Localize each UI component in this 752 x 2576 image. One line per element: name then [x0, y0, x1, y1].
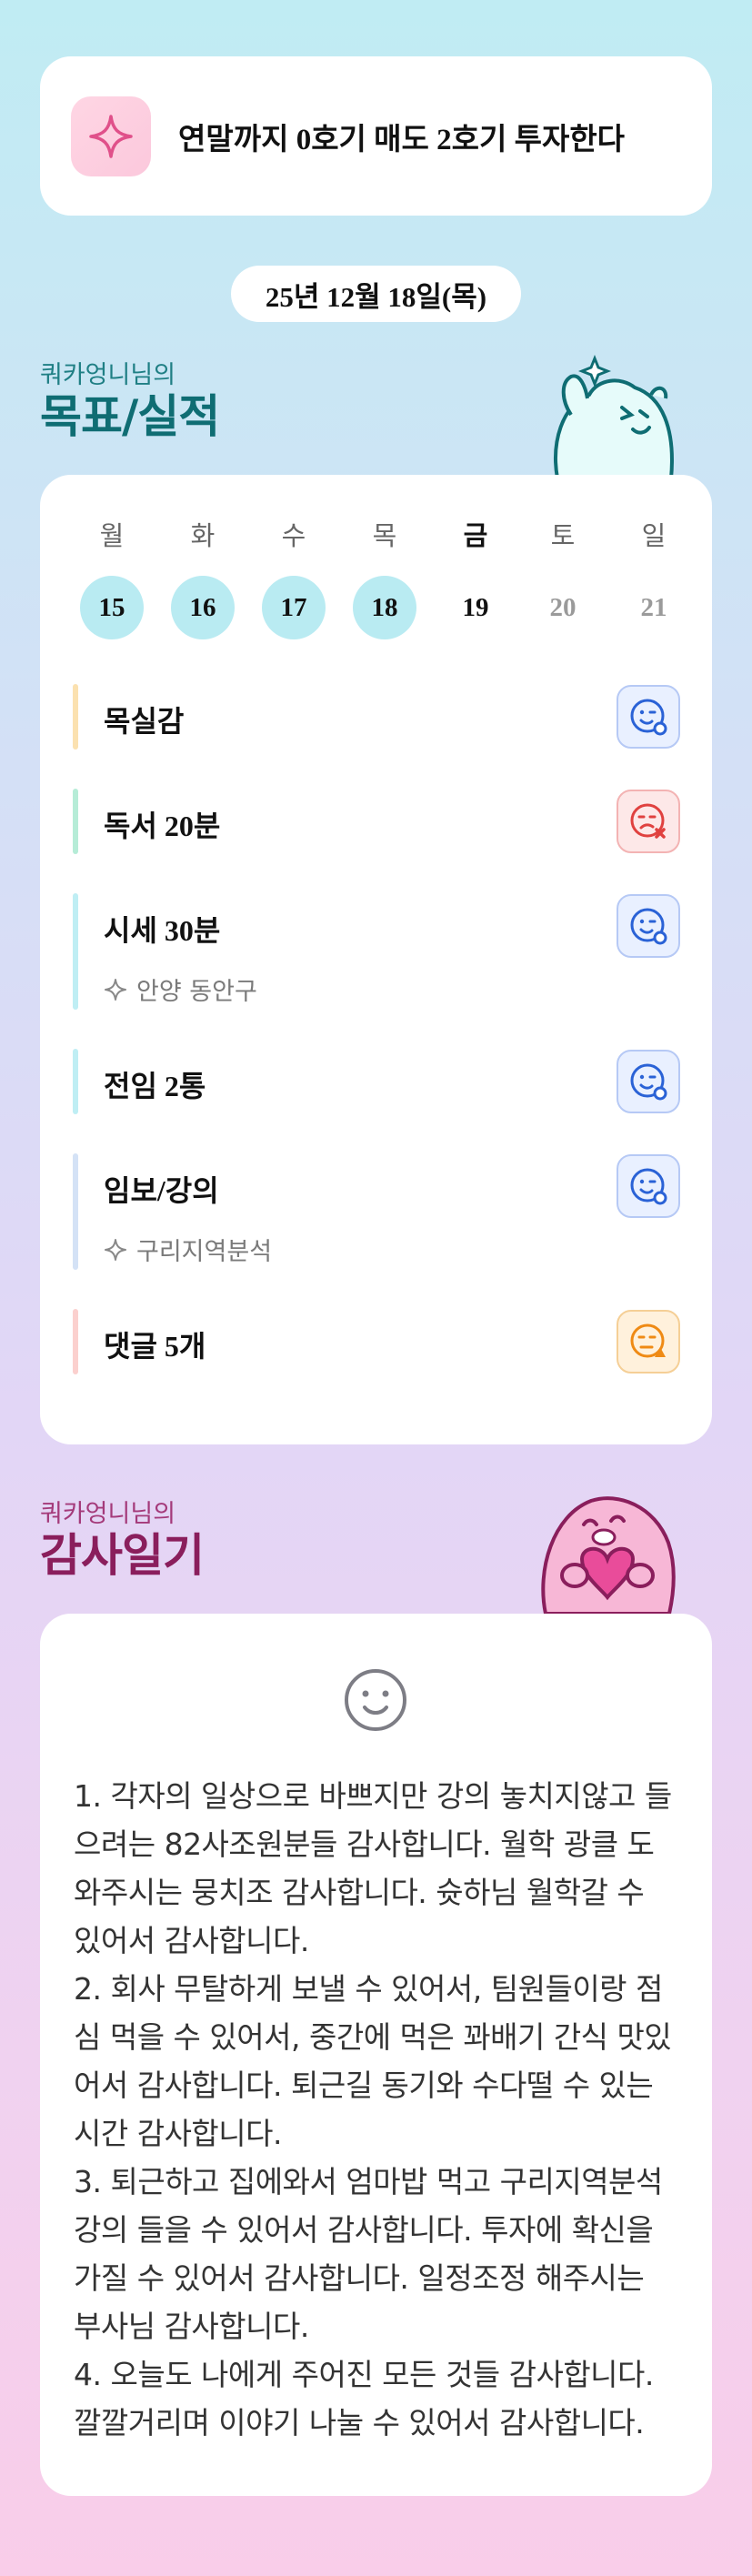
task-item[interactable]: 시세 30분 안양 동안구 [73, 893, 680, 1010]
diary-line: 있어서 감사합니다. [74, 1923, 309, 1958]
day-18[interactable]: 18 [353, 576, 416, 639]
date-label[interactable]: 25년 12월 18일(목) [231, 266, 521, 322]
day-16[interactable]: 16 [171, 576, 235, 639]
goal-card[interactable]: 연말까지 0호기 매도 2호기 투자한다 [40, 56, 712, 216]
diary-line: 으려는 82사조원분들 감사합니다. 월학 광클 도 [74, 1826, 655, 1862]
weekday-mon: 월 [99, 520, 125, 551]
task-sub: 구리지역분석 [104, 1232, 272, 1267]
task-item[interactable]: 댓글 5개 [73, 1309, 680, 1374]
task-sub: 안양 동안구 [104, 971, 257, 1007]
sparkle-small-icon [105, 978, 126, 1001]
diary-line: 2. 회사 무탈하게 보낼 수 있어서, 팀원들이랑 점 [74, 1971, 663, 2007]
quokka-mascot-icon [554, 354, 674, 478]
goals-section-title: 목표/실적 [40, 390, 220, 443]
day-15[interactable]: 15 [80, 576, 144, 639]
diary-text: 1. 각자의 일상으로 바쁘지만 강의 놓치지않고 들 으려는 82사조원분들 … [74, 1772, 683, 2447]
task-label: 독서 20분 [104, 810, 221, 842]
task-label: 전임 2통 [104, 1070, 206, 1102]
goal-text: 연말까지 0호기 매도 2호기 투자한다 [178, 123, 626, 156]
sparkle-small-icon [105, 1238, 126, 1261]
task-label: 시세 30분 [104, 914, 221, 947]
task-label: 임보/강의 [104, 1174, 219, 1207]
diary-line: 와주시는 뭉치조 감사합니다. 슛하님 월학갈 수 [74, 1875, 645, 1910]
task-item[interactable]: 전임 2통 [73, 1049, 680, 1114]
weekday-tue: 화 [190, 520, 216, 551]
status-missed-icon[interactable] [617, 790, 680, 853]
sparkle-icon [71, 96, 151, 176]
day-21[interactable]: 21 [622, 576, 686, 639]
task-color-bar [73, 893, 78, 1010]
diary-line: 깔깔거리며 이야기 나눌 수 있어서 감사합니다. [74, 2405, 645, 2440]
status-partial-icon[interactable] [617, 1310, 680, 1374]
task-color-bar [73, 1049, 78, 1114]
diary-line: 4. 오늘도 나에게 주어진 모든 것들 감사합니다. [74, 2357, 654, 2392]
smile-icon [345, 1669, 406, 1731]
task-color-bar [73, 1309, 78, 1374]
task-color-bar [73, 789, 78, 854]
weekday-thu: 목 [372, 520, 397, 551]
diary-line: 1. 각자의 일상으로 바쁘지만 강의 놓치지않고 들 [74, 1778, 672, 1814]
diary-line: 부사님 감사합니다. [74, 2309, 309, 2344]
day-20[interactable]: 20 [531, 576, 595, 639]
task-label: 댓글 5개 [104, 1330, 206, 1363]
task-sub-label: 구리지역분석 [136, 1238, 273, 1266]
status-done-icon[interactable] [617, 685, 680, 749]
weekday-sat: 토 [550, 520, 576, 551]
status-done-icon[interactable] [617, 1154, 680, 1218]
task-sub-label: 안양 동안구 [136, 978, 257, 1006]
quokka-heart-mascot-icon [541, 1496, 676, 1614]
goals-card: 월 화 수 목 금 토 일 15 16 17 18 19 20 21 목실감 독… [40, 475, 712, 1444]
diary-section-title: 감사일기 [40, 1529, 205, 1582]
weekday-sun: 일 [641, 520, 667, 551]
diary-line: 3. 퇴근하고 집에와서 엄마밥 먹고 구리지역분석 [74, 2164, 663, 2199]
diary-line: 심 먹을 수 있어서, 중간에 먹은 꽈배기 간식 맛있 [74, 2019, 672, 2055]
diary-line: 시간 감사합니다. [74, 2116, 283, 2151]
task-item[interactable]: 목실감 [73, 684, 680, 750]
gratitude-diary-card: 1. 각자의 일상으로 바쁘지만 강의 놓치지않고 들 으려는 82사조원분들 … [40, 1614, 712, 2496]
task-label: 목실감 [104, 705, 185, 738]
task-color-bar [73, 684, 78, 750]
weekday-fri: 금 [463, 520, 488, 551]
diary-line: 가질 수 있어서 감사합니다. 일정조정 해주시는 [74, 2260, 645, 2296]
status-done-icon[interactable] [617, 894, 680, 958]
task-item[interactable]: 임보/강의 구리지역분석 [73, 1153, 680, 1270]
diary-line: 어서 감사합니다. 퇴근길 동기와 수다떨 수 있는 [74, 2068, 654, 2103]
day-19[interactable]: 19 [444, 576, 507, 639]
task-color-bar [73, 1153, 78, 1270]
diary-line: 강의 들을 수 있어서 감사합니다. 투자에 확신을 [74, 2212, 654, 2248]
day-17[interactable]: 17 [262, 576, 326, 639]
weekday-wed: 수 [281, 520, 306, 551]
status-done-icon[interactable] [617, 1050, 680, 1113]
task-item[interactable]: 독서 20분 [73, 789, 680, 854]
